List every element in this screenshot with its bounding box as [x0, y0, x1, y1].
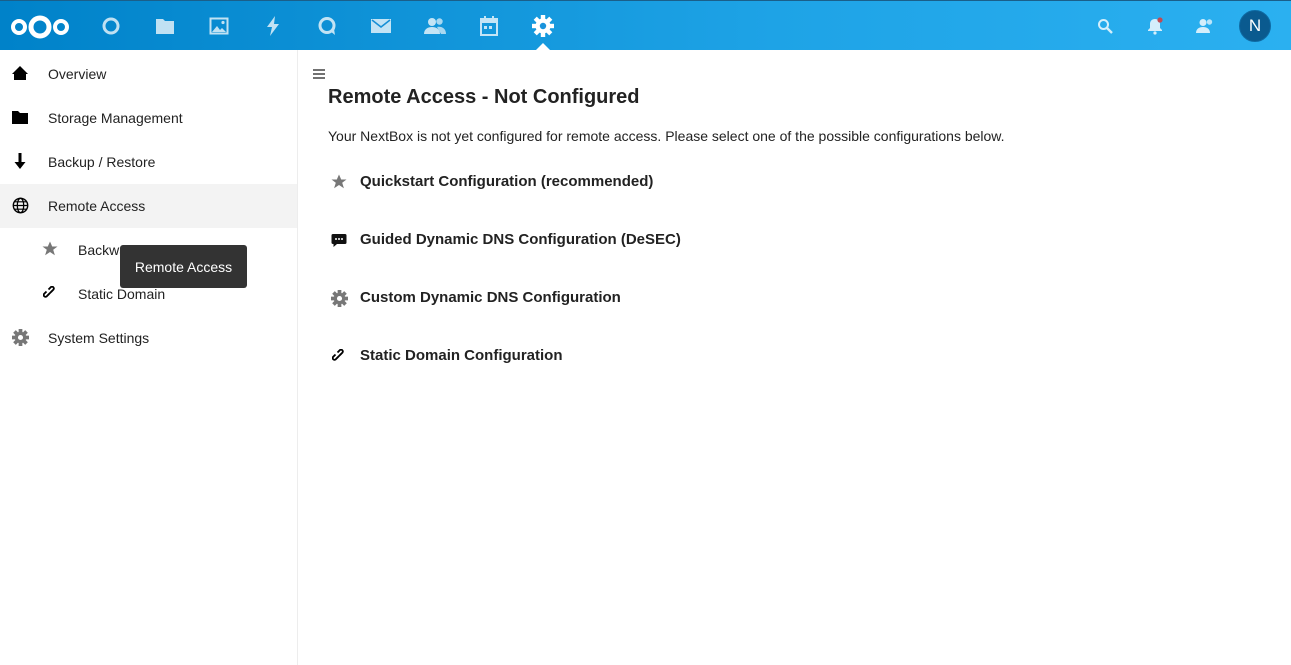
gear-icon [11, 328, 29, 346]
option-label: Static Domain Configuration [360, 347, 563, 364]
globe-icon [11, 196, 29, 214]
mail-app-icon[interactable] [369, 14, 393, 38]
sidebar-item-label: Backup / Restore [48, 154, 156, 170]
sidebar-item-label: Static Domain [78, 286, 166, 302]
star-icon [41, 240, 59, 258]
option-label: Custom Dynamic DNS Configuration [360, 289, 621, 306]
custom-dynamic-dns-option[interactable]: Custom Dynamic DNS Configuration [330, 286, 830, 310]
sidebar-item-remote-access[interactable]: Remote Access [0, 184, 297, 228]
quickstart-configuration-option[interactable]: Quickstart Configuration (recommended) [330, 170, 830, 194]
notifications-bell-icon[interactable] [1143, 14, 1167, 38]
sidebar-item-backup-restore[interactable]: Backup / Restore [0, 140, 297, 184]
tooltip: Remote Access [120, 245, 247, 288]
talk-app-icon[interactable] [315, 14, 339, 38]
contacts-menu-icon[interactable] [1193, 14, 1217, 38]
photos-app-icon[interactable] [207, 14, 231, 38]
top-header: N [0, 0, 1291, 51]
navigation-toggle-icon[interactable] [312, 66, 326, 80]
sidebar-item-label: Overview [48, 66, 107, 82]
search-icon[interactable] [1093, 14, 1117, 38]
dashboard-app-icon[interactable] [99, 14, 123, 38]
sidebar-item-overview[interactable]: Overview [0, 52, 297, 96]
calendar-app-icon[interactable] [477, 14, 501, 38]
settings-app-icon[interactable] [531, 14, 555, 38]
files-app-icon[interactable] [153, 14, 177, 38]
sidebar-item-label: System Settings [48, 330, 150, 346]
guided-dynamic-dns-option[interactable]: Guided Dynamic DNS Configuration (DeSEC) [330, 228, 830, 252]
link-icon [41, 284, 59, 302]
home-icon [11, 64, 29, 82]
star-icon [330, 173, 348, 191]
app-navigation: Overview Storage Management Backup / Res… [0, 50, 298, 665]
option-label: Quickstart Configuration (recommended) [360, 173, 654, 190]
user-avatar[interactable]: N [1239, 10, 1271, 42]
intro-text: Your NextBox is not yet configured for r… [328, 128, 1005, 144]
sidebar-item-label: Remote Access [48, 198, 146, 214]
folder-icon [11, 108, 29, 126]
gear-icon [330, 289, 348, 307]
active-app-indicator [535, 43, 551, 51]
activity-app-icon[interactable] [261, 14, 285, 38]
link-icon [330, 347, 348, 365]
sidebar-item-label: Storage Management [48, 110, 183, 126]
sidebar-item-system-settings[interactable]: System Settings [0, 316, 297, 360]
static-domain-configuration-option[interactable]: Static Domain Configuration [330, 344, 830, 368]
arrow-down-icon [11, 152, 29, 170]
comment-icon [330, 231, 348, 249]
contacts-app-icon[interactable] [423, 14, 447, 38]
sidebar-item-storage-management[interactable]: Storage Management [0, 96, 297, 140]
option-label: Guided Dynamic DNS Configuration (DeSEC) [360, 231, 681, 248]
page-title: Remote Access - Not Configured [328, 86, 640, 108]
nextcloud-logo[interactable] [10, 13, 72, 41]
